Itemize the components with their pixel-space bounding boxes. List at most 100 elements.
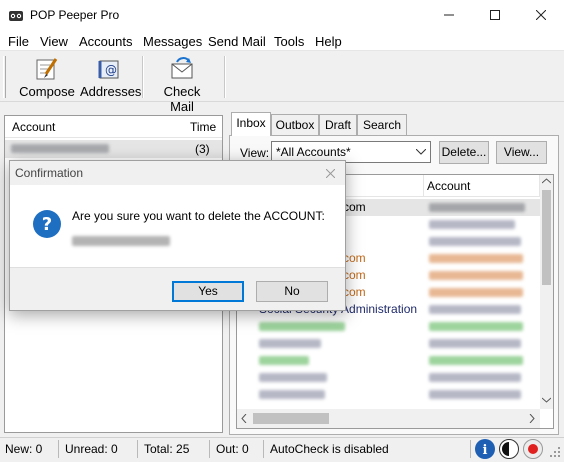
menu-accounts[interactable]: Accounts bbox=[79, 34, 132, 49]
status-divider bbox=[137, 440, 138, 458]
status-new: New: 0 bbox=[5, 442, 43, 456]
dialog-title: Confirmation bbox=[15, 166, 84, 180]
menu-view[interactable]: View bbox=[40, 34, 68, 49]
toolbar-grip[interactable] bbox=[3, 56, 6, 98]
message-sender-redacted bbox=[259, 390, 325, 399]
scroll-thumb[interactable] bbox=[542, 190, 551, 285]
message-account-redacted bbox=[429, 237, 521, 246]
message-account-redacted bbox=[429, 390, 521, 399]
compose-button[interactable]: Compose bbox=[18, 54, 76, 100]
toolbar: Compose @ Addresses Check Mail bbox=[0, 52, 564, 114]
tab-outbox[interactable]: Outbox bbox=[271, 114, 319, 136]
message-row[interactable] bbox=[237, 318, 540, 335]
dialog-title-bar: Confirmation bbox=[10, 161, 345, 185]
minimize-icon bbox=[444, 14, 454, 16]
delete-button[interactable]: Delete... bbox=[439, 141, 489, 164]
message-row[interactable] bbox=[237, 386, 540, 403]
toolbar-separator bbox=[142, 56, 144, 98]
account-name-redacted bbox=[72, 236, 170, 246]
info-icon[interactable]: i bbox=[475, 439, 495, 459]
status-autocheck: AutoCheck is disabled bbox=[270, 442, 389, 456]
column-divider bbox=[423, 175, 424, 197]
accounts-list-header: Account Time bbox=[5, 116, 222, 138]
confirmation-dialog: Confirmation ? Are you sure you want to … bbox=[9, 160, 346, 311]
scroll-left-icon bbox=[241, 414, 247, 423]
status-divider bbox=[470, 440, 471, 458]
message-account-redacted bbox=[429, 305, 521, 314]
menu-send-mail[interactable]: Send Mail bbox=[208, 34, 266, 49]
contrast-icon[interactable] bbox=[499, 439, 519, 459]
status-bar: New: 0 Unread: 0 Total: 25 Out: 0 AutoCh… bbox=[0, 437, 564, 459]
account-filter-value: *All Accounts* bbox=[276, 145, 351, 159]
tab-search[interactable]: Search bbox=[357, 114, 407, 136]
addresses-button[interactable]: @ Addresses bbox=[80, 54, 142, 100]
message-account-redacted bbox=[429, 322, 523, 331]
message-sender-redacted bbox=[259, 322, 345, 331]
maximize-button[interactable] bbox=[472, 0, 518, 31]
message-row[interactable] bbox=[237, 352, 540, 369]
tab-inbox[interactable]: Inbox bbox=[231, 112, 271, 136]
messages-horizontal-scrollbar[interactable] bbox=[237, 409, 540, 428]
check-mail-icon bbox=[171, 57, 193, 79]
title-bar: POP Peeper Pro bbox=[0, 0, 564, 31]
addresses-label: Addresses bbox=[80, 84, 142, 99]
tab-draft[interactable]: Draft bbox=[319, 114, 357, 136]
no-button[interactable]: No bbox=[256, 281, 328, 302]
check-mail-button[interactable]: Check Mail bbox=[150, 54, 214, 114]
close-button[interactable] bbox=[518, 0, 564, 31]
yes-button[interactable]: Yes bbox=[172, 281, 244, 302]
maximize-icon bbox=[490, 10, 500, 20]
column-time[interactable]: Time bbox=[190, 120, 216, 134]
menu-tools[interactable]: Tools bbox=[274, 34, 304, 49]
status-divider bbox=[58, 440, 59, 458]
message-row[interactable] bbox=[237, 369, 540, 386]
minimize-button[interactable] bbox=[426, 0, 472, 31]
message-account-redacted bbox=[429, 271, 523, 280]
account-name-redacted bbox=[11, 144, 109, 153]
account-time: (3) bbox=[195, 142, 210, 156]
message-account-redacted bbox=[429, 339, 521, 348]
dialog-footer: Yes No bbox=[10, 267, 345, 310]
menu-bar: File View Accounts Messages Send Mail To… bbox=[0, 31, 564, 51]
message-account-redacted bbox=[429, 356, 523, 365]
message-account-redacted bbox=[429, 288, 523, 297]
toolbar-separator bbox=[224, 56, 226, 98]
menu-file[interactable]: File bbox=[8, 34, 29, 49]
message-account-redacted bbox=[429, 220, 515, 229]
message-account-redacted bbox=[429, 203, 525, 212]
column-account[interactable]: Account bbox=[427, 179, 470, 193]
message-sender-redacted bbox=[259, 339, 321, 348]
menu-help[interactable]: Help bbox=[315, 34, 342, 49]
status-out: Out: 0 bbox=[216, 442, 249, 456]
scroll-up-icon bbox=[542, 178, 551, 184]
messages-vertical-scrollbar[interactable] bbox=[540, 175, 553, 409]
check-mail-label: Check Mail bbox=[163, 84, 201, 114]
status-total: Total: 25 bbox=[144, 442, 190, 456]
svg-text:?: ? bbox=[42, 214, 52, 235]
close-icon[interactable] bbox=[326, 169, 335, 178]
account-row[interactable]: (3) bbox=[5, 140, 222, 158]
column-account[interactable]: Account bbox=[12, 120, 55, 134]
message-sender-redacted bbox=[259, 373, 327, 382]
status-divider bbox=[263, 440, 264, 458]
scroll-thumb[interactable] bbox=[253, 413, 329, 424]
record-icon[interactable] bbox=[523, 439, 543, 459]
message-account-redacted bbox=[429, 373, 521, 382]
view-button[interactable]: View... bbox=[496, 141, 547, 164]
svg-text:i: i bbox=[483, 443, 488, 458]
menu-messages[interactable]: Messages bbox=[143, 34, 202, 49]
compose-label: Compose bbox=[19, 84, 75, 99]
address-book-icon: @ bbox=[98, 60, 119, 79]
close-icon bbox=[535, 9, 547, 21]
message-row[interactable] bbox=[237, 335, 540, 352]
status-unread: Unread: 0 bbox=[65, 442, 118, 456]
svg-text:@: @ bbox=[105, 63, 117, 77]
message-sender-redacted bbox=[259, 356, 309, 365]
window-title: POP Peeper Pro bbox=[30, 8, 120, 22]
app-logo-icon bbox=[9, 11, 23, 21]
status-divider bbox=[209, 440, 210, 458]
resize-grip-icon[interactable] bbox=[550, 447, 561, 458]
chevron-down-icon bbox=[416, 149, 426, 155]
scroll-down-icon bbox=[542, 397, 551, 403]
message-account-redacted bbox=[429, 254, 523, 263]
